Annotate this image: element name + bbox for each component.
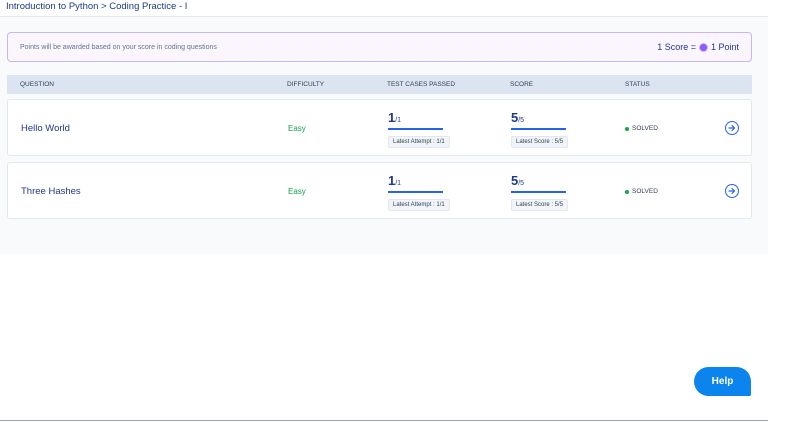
score-metric: 5/5 Latest Score : 5/5 bbox=[511, 172, 569, 211]
question-name[interactable]: Three Hashes bbox=[21, 186, 81, 197]
score-label: 1 Score = bbox=[657, 42, 696, 52]
coin-icon bbox=[698, 42, 708, 52]
header-score: SCORE bbox=[510, 81, 534, 88]
status-badge: SOLVED bbox=[625, 188, 658, 195]
table-header: QUESTION DIFFICULTY TEST CASES PASSED SC… bbox=[7, 75, 752, 94]
passed-total: /1 bbox=[395, 180, 402, 187]
test-cases-passed: 1/1 Latest Attempt : 1/1 bbox=[388, 172, 450, 211]
score-metric: 5/5 Latest Score : 5/5 bbox=[511, 109, 569, 148]
score-total: /5 bbox=[518, 117, 525, 124]
status-badge: SOLVED bbox=[625, 125, 658, 132]
score-progress-bar bbox=[511, 128, 566, 130]
score-total: /5 bbox=[518, 180, 525, 187]
header-difficulty: DIFFICULTY bbox=[287, 81, 325, 88]
score-progress-bar bbox=[511, 191, 566, 193]
points-banner: Points will be awarded based on your sco… bbox=[7, 32, 752, 62]
breadcrumb-text[interactable]: Introduction to Python > Coding Practice… bbox=[6, 1, 187, 12]
header-test-cases: TEST CASES PASSED bbox=[387, 81, 456, 88]
table-row[interactable]: Three Hashes Easy 1/1 Latest Attempt : 1… bbox=[7, 162, 752, 219]
status-dot-icon bbox=[625, 126, 629, 131]
table-row[interactable]: Hello World Easy 1/1 Latest Attempt : 1/… bbox=[7, 99, 752, 156]
latest-attempt-badge: Latest Attempt : 1/1 bbox=[388, 199, 450, 211]
score-conversion: 1 Score = 1 Point bbox=[657, 42, 739, 52]
header-status: STATUS bbox=[625, 81, 650, 88]
passed-progress-bar bbox=[388, 191, 443, 193]
status-text: SOLVED bbox=[632, 188, 658, 195]
point-label: 1 Point bbox=[710, 42, 739, 52]
status-text: SOLVED bbox=[632, 125, 658, 132]
header-question: QUESTION bbox=[20, 81, 54, 88]
test-cases-passed: 1/1 Latest Attempt : 1/1 bbox=[388, 109, 450, 148]
breadcrumb[interactable]: Introduction to Python > Coding Practice… bbox=[0, 0, 768, 17]
passed-progress-bar bbox=[388, 128, 443, 130]
status-dot-icon bbox=[625, 189, 629, 194]
help-button[interactable]: Help bbox=[694, 367, 751, 396]
latest-score-badge: Latest Score : 5/5 bbox=[511, 199, 569, 211]
banner-text: Points will be awarded based on your sco… bbox=[20, 43, 217, 51]
question-name[interactable]: Hello World bbox=[21, 123, 70, 134]
arrow-right-circle-icon[interactable] bbox=[725, 121, 739, 135]
divider bbox=[0, 420, 768, 421]
difficulty-badge: Easy bbox=[288, 124, 306, 133]
arrow-right-circle-icon[interactable] bbox=[725, 184, 739, 198]
coding-practice-page: Introduction to Python > Coding Practice… bbox=[0, 0, 768, 254]
difficulty-badge: Easy bbox=[288, 187, 306, 196]
latest-score-badge: Latest Score : 5/5 bbox=[511, 136, 569, 148]
latest-attempt-badge: Latest Attempt : 1/1 bbox=[388, 136, 450, 148]
passed-total: /1 bbox=[395, 117, 402, 124]
